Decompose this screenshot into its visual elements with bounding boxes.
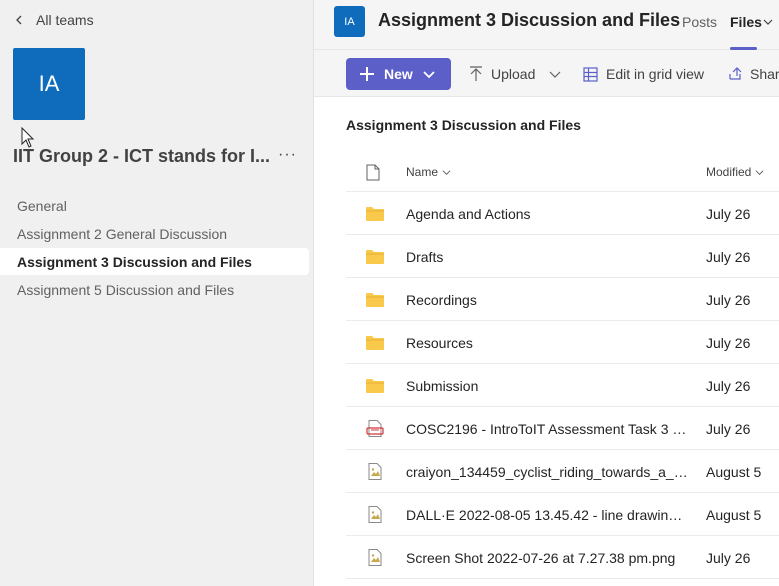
file-name[interactable]: DALL·E 2022-08-05 13.45.42 - line drawin…	[406, 507, 690, 523]
column-header-modified[interactable]: Modified	[706, 165, 764, 179]
tab-files[interactable]: Files	[730, 14, 762, 30]
column-modified-label: Modified	[706, 165, 752, 179]
more-horizontal-icon[interactable]: ···	[278, 146, 297, 164]
folder-icon	[366, 334, 384, 351]
upload-button[interactable]: Upload	[469, 66, 561, 82]
image-file-icon	[366, 549, 384, 566]
files-toolbar: New Upload Edit in grid view Shar	[314, 50, 779, 97]
table-row[interactable]: Submission July 26	[346, 364, 779, 407]
file-modified: July 26	[706, 249, 751, 265]
channel-title: Assignment 3 Discussion and Files	[378, 10, 681, 30]
file-name[interactable]: Resources	[406, 335, 690, 351]
file-modified: August 5	[706, 464, 762, 480]
channel-item-assignment-3[interactable]: Assignment 3 Discussion and Files	[0, 248, 309, 275]
column-name-label: Name	[406, 165, 439, 179]
column-header-name[interactable]: Name	[406, 165, 451, 179]
table-row[interactable]: Drafts July 26	[346, 235, 779, 278]
channel-item-assignment-2[interactable]: Assignment 2 General Discussion	[0, 220, 309, 247]
files-table-header: Name Modified	[346, 152, 779, 192]
all-teams-label: All teams	[36, 12, 94, 28]
folder-icon	[366, 377, 384, 394]
share-button[interactable]: Shar	[728, 66, 779, 82]
chevron-down-icon	[442, 169, 451, 175]
folder-icon	[366, 248, 384, 265]
table-row[interactable]: COSC2196 - IntroToIT Assessment Task 3 -…	[346, 407, 779, 450]
file-name[interactable]: Submission	[406, 378, 690, 394]
file-modified: July 26	[706, 550, 751, 566]
all-teams-link[interactable]: All teams	[14, 11, 94, 29]
file-modified: July 26	[706, 421, 751, 437]
share-label: Shar	[750, 66, 779, 82]
file-modified: July 26	[706, 335, 751, 351]
folder-icon	[366, 291, 384, 308]
main-content: IA Assignment 3 Discussion and Files Pos…	[313, 0, 779, 586]
channel-avatar: IA	[334, 6, 365, 37]
file-modified: July 26	[706, 378, 751, 394]
new-button-label: New	[384, 66, 413, 82]
tab-posts[interactable]: Posts	[682, 14, 717, 30]
chevron-down-icon[interactable]	[763, 17, 773, 27]
image-file-icon	[366, 463, 384, 480]
chevron-left-icon	[16, 15, 22, 25]
channel-header: IA Assignment 3 Discussion and Files Pos…	[314, 0, 779, 50]
image-file-icon	[366, 506, 384, 523]
plus-icon	[360, 67, 374, 81]
chevron-down-icon	[755, 169, 764, 175]
share-icon	[729, 67, 742, 80]
chevron-down-icon	[549, 71, 561, 78]
new-button[interactable]: New	[346, 58, 451, 90]
file-name[interactable]: Screen Shot 2022-07-26 at 7.27.38 pm.png	[406, 550, 690, 566]
chevron-down-icon	[423, 71, 435, 79]
edit-grid-view-button[interactable]: Edit in grid view	[583, 66, 704, 82]
file-name[interactable]: Drafts	[406, 249, 690, 265]
channel-item-assignment-5[interactable]: Assignment 5 Discussion and Files	[0, 276, 309, 303]
table-row[interactable]: craiyon_134459_cyclist_riding_towards_a_…	[346, 450, 779, 493]
upload-icon	[470, 66, 482, 81]
pdf-file-icon	[366, 420, 384, 437]
team-name[interactable]: IIT Group 2 - ICT stands for I...	[13, 146, 271, 167]
grid-icon	[583, 66, 598, 82]
library-title: Assignment 3 Discussion and Files	[346, 117, 581, 133]
table-row[interactable]: Recordings July 26	[346, 278, 779, 321]
edit-grid-view-label: Edit in grid view	[606, 66, 705, 82]
table-row[interactable]: Resources July 26	[346, 321, 779, 364]
team-panel: All teams IA IIT Group 2 - ICT stands fo…	[0, 0, 313, 586]
file-name[interactable]: COSC2196 - IntroToIT Assessment Task 3 -…	[406, 421, 690, 437]
table-row[interactable]: DALL·E 2022-08-05 13.45.42 - line drawin…	[346, 493, 779, 536]
team-avatar[interactable]: IA	[13, 48, 85, 120]
file-name[interactable]: craiyon_134459_cyclist_riding_towards_a_…	[406, 464, 690, 480]
file-type-icon[interactable]	[366, 164, 380, 181]
mouse-cursor-icon	[21, 127, 35, 148]
folder-icon	[366, 205, 384, 222]
upload-label: Upload	[491, 66, 536, 82]
file-modified: July 26	[706, 206, 751, 222]
table-row[interactable]: Agenda and Actions July 26	[346, 192, 779, 235]
file-name[interactable]: Recordings	[406, 292, 690, 308]
channel-item-general[interactable]: General	[0, 192, 309, 219]
file-modified: August 5	[706, 507, 762, 523]
table-row[interactable]: Screen Shot 2022-07-26 at 7.27.38 pm.png…	[346, 536, 779, 579]
file-modified: July 26	[706, 292, 751, 308]
file-name[interactable]: Agenda and Actions	[406, 206, 690, 222]
